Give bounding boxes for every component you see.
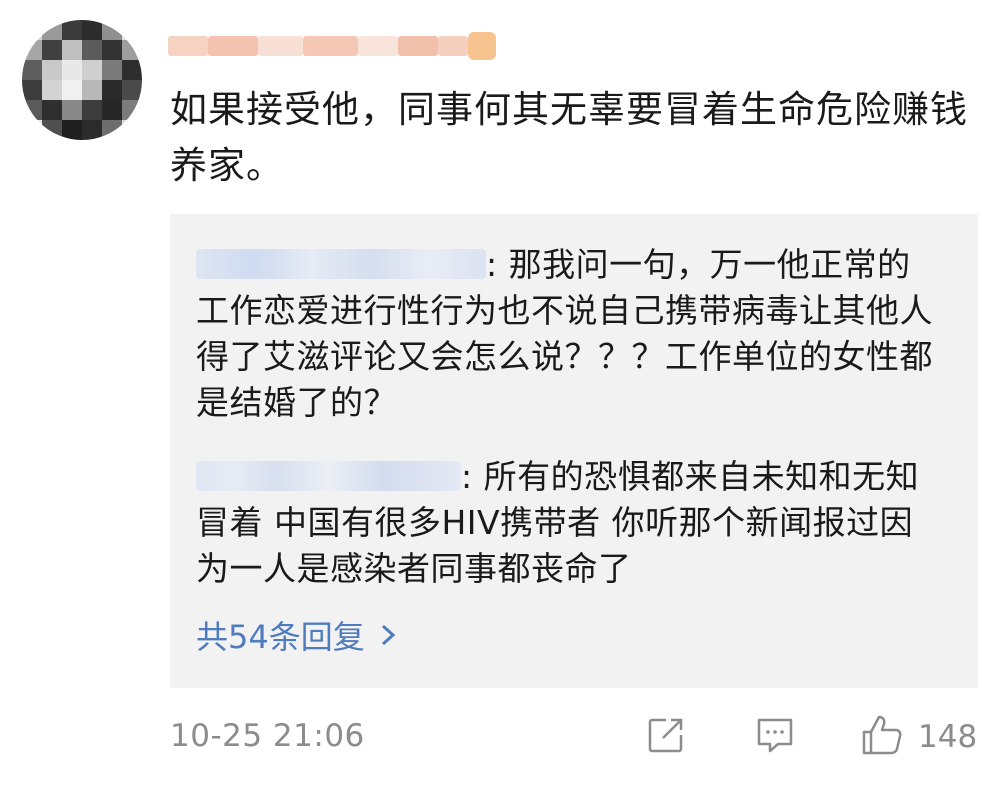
username-redacted[interactable] (168, 32, 498, 60)
reply-item[interactable]: : 那我问一句，万一他正常的工作恋爱进行性行为也不说自己携带病毒让其他人得了艾滋… (196, 242, 940, 426)
chevron-right-icon (379, 616, 397, 662)
comment-footer: 10-25 21:06 148 (170, 712, 980, 762)
reply-username-redacted[interactable] (196, 460, 461, 491)
avatar[interactable] (22, 20, 142, 140)
replies-box[interactable]: : 那我问一句，万一他正常的工作恋爱进行性行为也不说自己携带病毒让其他人得了艾滋… (170, 214, 978, 688)
timestamp: 10-25 21:06 (170, 718, 365, 754)
more-replies-label: 共54条回复 (196, 618, 365, 656)
like-count: 148 (918, 719, 978, 755)
thumbs-up-icon (860, 713, 904, 761)
share-button[interactable] (646, 712, 686, 762)
comment-text: 如果接受他，同事何其无辜要冒着生命危险赚钱养家。 (170, 88, 968, 187)
share-icon (646, 715, 686, 759)
comment-icon (754, 715, 796, 759)
like-button[interactable]: 148 (860, 712, 977, 762)
reply-username-redacted[interactable] (196, 248, 486, 279)
comment-card: 如果接受他，同事何其无辜要冒着生命危险赚钱养家。 : 那我问一句，万一他正常的工… (0, 0, 1000, 791)
view-all-replies-link[interactable]: 共54条回复 (196, 614, 397, 662)
reply-button[interactable] (754, 712, 796, 762)
reply-item[interactable]: : 所有的恐惧都来自未知和无知冒着 中国有很多HIV携带者 你听那个新闻报过因为… (196, 454, 940, 592)
